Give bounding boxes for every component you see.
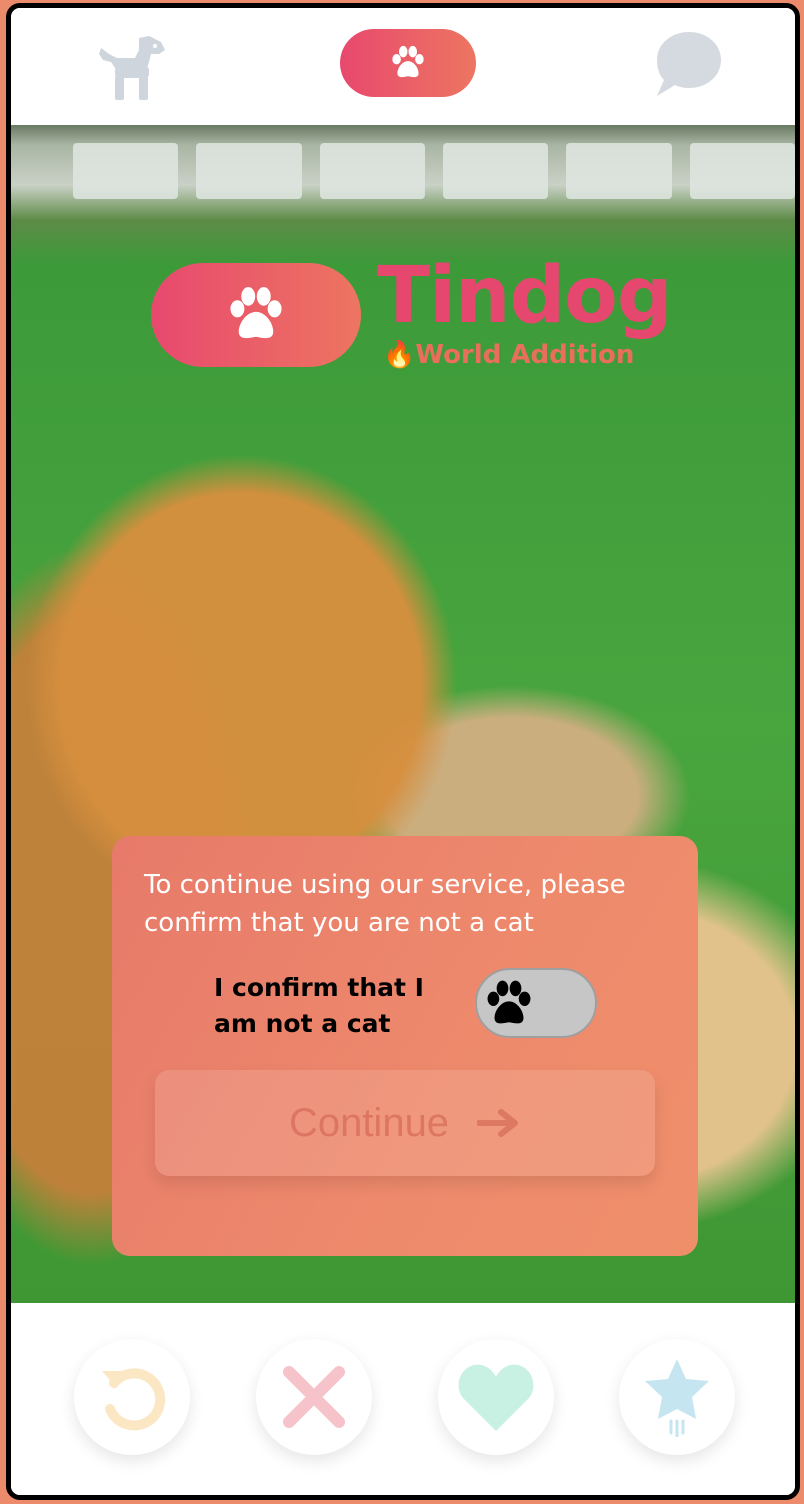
app-frame: Tindog 🔥World Addition To continue using… (0, 0, 804, 1504)
dialog-message: To continue using our service, please co… (144, 870, 626, 938)
undo-button[interactable] (74, 1339, 190, 1455)
continue-label: Continue (288, 1100, 450, 1145)
not-a-cat-toggle[interactable] (475, 968, 597, 1038)
chat-bubble-icon[interactable] (651, 28, 723, 100)
nope-button[interactable] (256, 1339, 372, 1455)
background-kennels (11, 143, 795, 199)
app-window: Tindog 🔥World Addition To continue using… (6, 3, 800, 1500)
close-icon (283, 1366, 345, 1428)
fire-icon: 🔥 (383, 340, 416, 370)
brand-subtitle: 🔥World Addition (383, 340, 635, 370)
paw-icon (392, 45, 424, 78)
super-like-button[interactable] (619, 1339, 735, 1455)
confirm-label: I confirm that I am not a cat (214, 973, 424, 1038)
nav-paw-button[interactable] (340, 29, 476, 97)
paw-icon (230, 287, 282, 339)
arrow-right-icon (477, 1109, 519, 1137)
brand-title: Tindog (377, 251, 673, 341)
heart-icon (458, 1364, 534, 1431)
continue-button[interactable]: Continue (155, 1070, 655, 1176)
dog-icon[interactable] (89, 32, 167, 102)
action-bar (11, 1303, 795, 1495)
logo-paw-button (151, 263, 361, 367)
like-button[interactable] (438, 1339, 554, 1455)
paw-icon (487, 980, 531, 1024)
undo-icon (102, 1368, 166, 1431)
top-nav (11, 8, 795, 125)
cat-check-dialog: To continue using our service, please co… (112, 836, 698, 1256)
star-icon (645, 1359, 709, 1437)
profile-photo: Tindog 🔥World Addition To continue using… (11, 125, 795, 1303)
